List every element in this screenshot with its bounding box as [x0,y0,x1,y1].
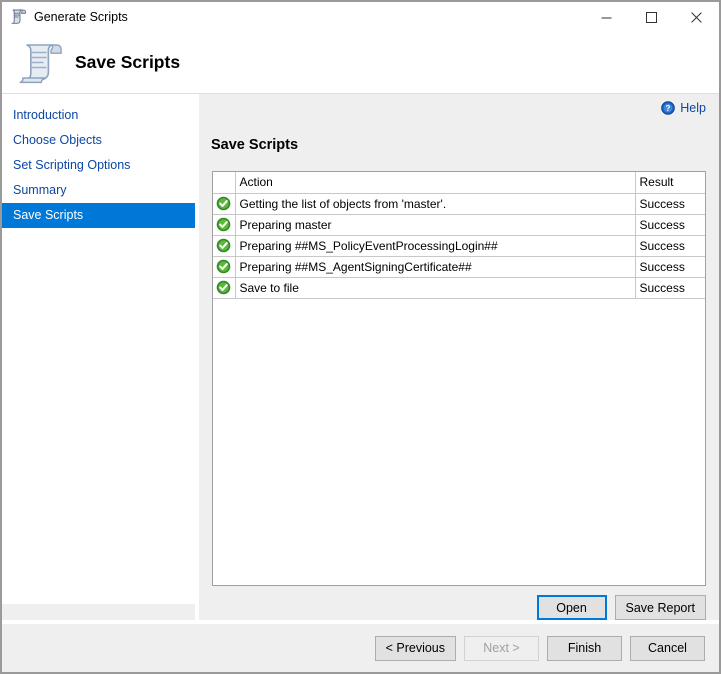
status-cell [213,235,235,256]
generate-scripts-window: Generate Scripts [2,2,719,672]
title-bar: Generate Scripts [2,2,719,32]
window-title: Generate Scripts [34,10,128,24]
sidebar-item-set-scripting-options[interactable]: Set Scripting Options [2,153,195,178]
question-circle-icon: ? [661,101,675,115]
green-check-icon [216,238,231,253]
maximize-button[interactable] [629,2,674,32]
script-scroll-large-icon [15,37,67,89]
page-banner: Save Scripts [2,32,719,94]
green-check-icon [216,196,231,211]
previous-button[interactable]: < Previous [375,636,456,661]
finish-button[interactable]: Finish [547,636,622,661]
results-table-container: Action Result [212,171,706,586]
status-cell [213,214,235,235]
result-cell: Success [635,235,705,256]
column-header-status[interactable] [213,172,235,193]
table-row[interactable]: Preparing master Success [213,214,705,235]
wizard-sidebar: Introduction Choose Objects Set Scriptin… [2,94,195,620]
status-cell [213,277,235,298]
cancel-button[interactable]: Cancel [630,636,705,661]
content-panel: ? Help Save Scripts Action Result [199,94,719,620]
table-header-row: Action Result [213,172,705,193]
sidebar-item-summary[interactable]: Summary [2,178,195,203]
action-cell: Preparing master [235,214,635,235]
status-cell [213,256,235,277]
result-cell: Success [635,214,705,235]
svg-text:?: ? [666,104,671,113]
green-check-icon [216,280,231,295]
help-label: Help [680,101,706,115]
column-header-result[interactable]: Result [635,172,705,193]
result-cell: Success [635,256,705,277]
help-link[interactable]: ? Help [661,101,706,115]
script-scroll-icon [9,8,27,26]
action-cell: Save to file [235,277,635,298]
status-cell [213,193,235,214]
sidebar-item-introduction[interactable]: Introduction [2,103,195,128]
close-button[interactable] [674,2,719,32]
table-row[interactable]: Save to file Success [213,277,705,298]
result-cell: Success [635,277,705,298]
open-button[interactable]: Open [537,595,607,620]
results-table-body: Getting the list of objects from 'master… [213,193,705,298]
sidebar-item-save-scripts[interactable]: Save Scripts [2,203,195,228]
green-check-icon [216,217,231,232]
next-button: Next > [464,636,539,661]
minimize-button[interactable] [584,2,629,32]
action-cell: Preparing ##MS_AgentSigningCertificate## [235,256,635,277]
results-table: Action Result [213,172,705,299]
window-controls [584,2,719,32]
table-row[interactable]: Preparing ##MS_AgentSigningCertificate##… [213,256,705,277]
column-header-action[interactable]: Action [235,172,635,193]
close-icon [691,12,702,23]
action-cell: Getting the list of objects from 'master… [235,193,635,214]
save-report-button[interactable]: Save Report [615,595,706,620]
result-cell: Success [635,193,705,214]
action-cell: Preparing ##MS_PolicyEventProcessingLogi… [235,235,635,256]
green-check-icon [216,259,231,274]
table-row[interactable]: Getting the list of objects from 'master… [213,193,705,214]
maximize-icon [646,12,657,23]
page-title: Save Scripts [75,52,180,73]
sidebar-item-choose-objects[interactable]: Choose Objects [2,128,195,153]
body-area: Introduction Choose Objects Set Scriptin… [2,94,719,620]
wizard-footer: < Previous Next > Finish Cancel [2,624,719,672]
content-heading: Save Scripts [199,121,719,153]
content-button-row: Open Save Report [199,586,719,620]
minimize-icon [601,12,612,23]
table-row[interactable]: Preparing ##MS_PolicyEventProcessingLogi… [213,235,705,256]
help-row: ? Help [199,94,719,121]
